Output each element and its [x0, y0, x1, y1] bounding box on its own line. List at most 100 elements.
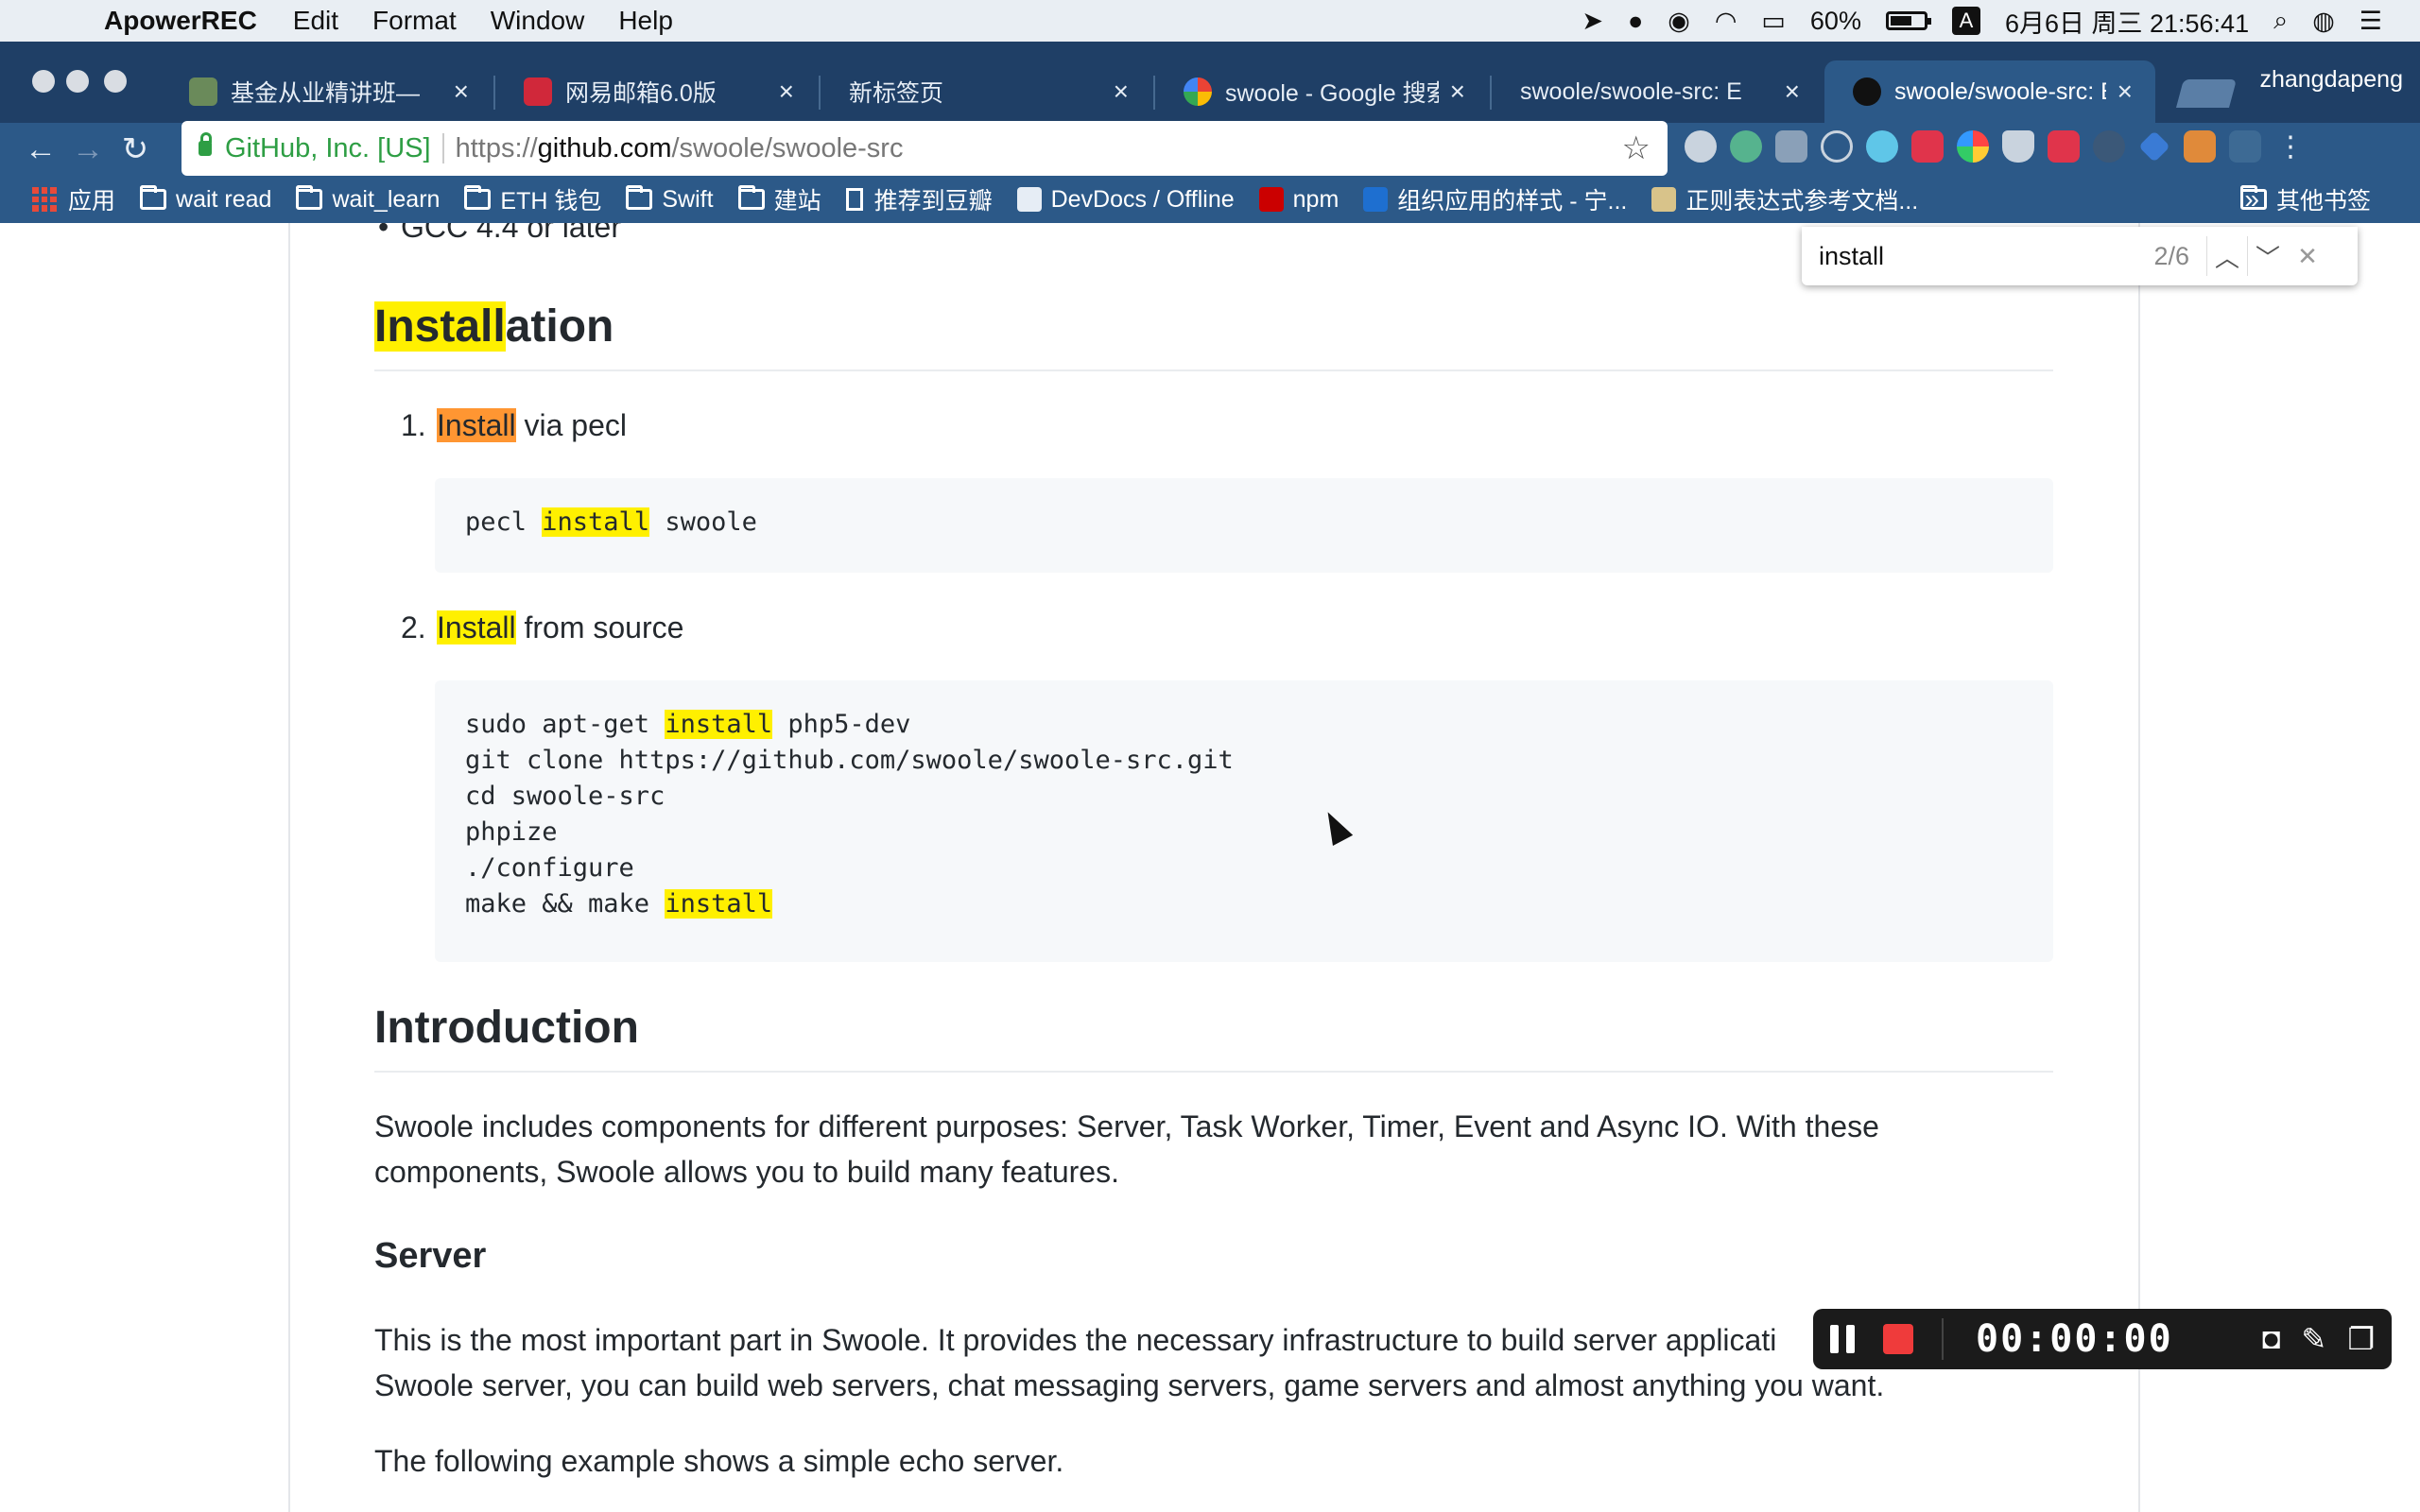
profile-name[interactable]: zhangdapeng	[2259, 66, 2403, 94]
translate-extension-icon[interactable]	[2229, 130, 2261, 163]
green-circle-extension-icon[interactable]	[1730, 130, 1762, 163]
tab-close-icon[interactable]: ×	[454, 77, 469, 107]
find-close-icon[interactable]: ✕	[2288, 236, 2327, 276]
certificate-label[interactable]: GitHub, Inc. [US]	[225, 133, 431, 164]
mac-menubar: ApowerREC Edit Format Window Help ➤ ● ◉ …	[0, 0, 2420, 42]
bookmark-label: wait read	[176, 185, 272, 213]
window-zoom-button[interactable]	[104, 70, 127, 93]
tab-close-icon[interactable]: ×	[779, 77, 794, 107]
paper-plane-icon[interactable]: ➤	[1582, 7, 1603, 36]
bookmark-folder-wait-learn[interactable]: wait_learn	[296, 185, 440, 214]
recorder-tools: ◘ ✎ ❐	[2262, 1321, 2375, 1357]
video-extension-icon[interactable]	[1911, 130, 1944, 163]
find-match: Install	[374, 301, 506, 352]
browser-tab-strip: 基金从业精讲班— × 网易邮箱6.0版 × 新标签页 × swoole - Go…	[0, 42, 2420, 123]
lock-icon[interactable]	[199, 132, 212, 156]
reader-extension-icon[interactable]	[1775, 130, 1807, 163]
pause-icon[interactable]	[1830, 1325, 1858, 1353]
tab-close-icon[interactable]: ×	[1450, 77, 1465, 107]
find-input[interactable]	[1817, 240, 2123, 272]
tab-google-search[interactable]: swoole - Google 搜索 ×	[1155, 60, 1488, 123]
metamask-extension-icon[interactable]	[2184, 130, 2216, 163]
menu-window[interactable]: Window	[491, 6, 585, 36]
folder-icon	[140, 185, 167, 210]
siri-icon[interactable]: ◍	[2312, 7, 2335, 36]
back-arrow-icon[interactable]: ←	[17, 131, 64, 168]
window-close-button[interactable]	[32, 70, 55, 93]
bookmark-douban[interactable]: 推荐到豆瓣	[845, 182, 993, 216]
address-bar[interactable]: GitHub, Inc. [US] https://github.com/swo…	[182, 121, 1668, 176]
tab-close-icon[interactable]: ×	[1114, 77, 1129, 107]
reload-icon[interactable]: ↻	[112, 130, 159, 168]
target-extension-icon[interactable]	[1821, 130, 1853, 163]
pen-icon[interactable]: ✎	[2302, 1321, 2327, 1357]
bookmark-folder-wait-read[interactable]: wait read	[140, 185, 272, 214]
bookmark-styles-article[interactable]: 组织应用的样式 - 宁...	[1363, 182, 1627, 216]
evernote-extension-icon[interactable]	[2093, 130, 2125, 163]
forward-arrow-icon[interactable]: →	[64, 131, 112, 168]
camera-icon[interactable]: ◘	[2262, 1321, 2280, 1357]
tab-close-icon[interactable]: ×	[1785, 77, 1800, 107]
chrome-menu-icon[interactable]: ⋮	[2274, 130, 2307, 163]
app-name-menu[interactable]: ApowerREC	[104, 6, 257, 36]
shield-extension-icon[interactable]	[2002, 130, 2034, 163]
battery-icon[interactable]	[1885, 11, 1931, 30]
tab-close-icon[interactable]: ×	[2118, 77, 2133, 107]
battery-percent[interactable]: 60%	[1810, 7, 1861, 36]
heading-text: ation	[505, 301, 614, 352]
code-block-pecl[interactable]: pecl install swoole	[435, 478, 2053, 573]
bookmark-label: 组织应用的样式 - 宁...	[1397, 188, 1628, 215]
readme-left-border	[288, 223, 290, 1512]
gmail-extension-icon[interactable]	[2048, 130, 2080, 163]
wechat-icon[interactable]: ◉	[1668, 7, 1690, 36]
bookmark-folder-build-site[interactable]: 建站	[737, 182, 821, 216]
bookmark-npm[interactable]: npm	[1258, 186, 1339, 214]
bookmark-devdocs[interactable]: DevDocs / Offline	[1016, 185, 1235, 214]
bookmark-label: DevDocs / Offline	[1050, 185, 1235, 213]
list-text: via pecl	[515, 408, 627, 442]
url-path: /swoole/swoole-src	[671, 132, 904, 163]
tab-github-swoole-active[interactable]: swoole/swoole-src: E ×	[1824, 60, 2155, 123]
tab-github-swoole-1[interactable]: swoole/swoole-src: E ×	[1492, 60, 1823, 123]
regex-icon	[1651, 187, 1677, 212]
menu-format[interactable]: Format	[372, 6, 457, 36]
stop-record-icon[interactable]	[1883, 1324, 1913, 1354]
bookmark-apps[interactable]: 应用	[32, 182, 115, 216]
menu-edit[interactable]: Edit	[293, 6, 338, 36]
spotlight-search-icon[interactable]: ⌕	[2273, 6, 2288, 36]
react-devtools-icon[interactable]	[1866, 130, 1898, 163]
extension-icons: ⋮	[1685, 130, 2307, 163]
new-tab-button[interactable]	[2175, 79, 2238, 108]
code-text: phpize	[465, 817, 558, 847]
wifi-icon[interactable]: ◠	[1715, 7, 1737, 36]
netease-favicon-icon	[524, 77, 552, 106]
recording-timer: 00:00:00	[1976, 1317, 2173, 1361]
window-minimize-button[interactable]	[66, 70, 89, 93]
server-paragraph-line-1: This is the most important part in Swool…	[374, 1323, 1777, 1357]
tab-new-tab[interactable]: 新标签页 ×	[821, 60, 1151, 123]
menu-help[interactable]: Help	[618, 6, 673, 36]
clock[interactable]: 6月6日 周三 21:56:41	[2005, 3, 2249, 40]
ethereum-extension-icon[interactable]	[2138, 130, 2170, 163]
input-source-icon[interactable]: A	[1951, 7, 1980, 35]
find-match: install	[542, 507, 650, 537]
code-block-source[interactable]: sudo apt-get install php5-dev git clone …	[435, 680, 2053, 962]
tab-netease-mail[interactable]: 网易邮箱6.0版 ×	[495, 60, 817, 123]
list-item-gcc: GCC 4.4 or later	[378, 223, 621, 245]
airplay-icon[interactable]: ▭	[1761, 7, 1786, 36]
find-next-icon[interactable]: ﹀	[2247, 236, 2288, 276]
bookmark-regex-docs[interactable]: 正则表达式参考文档...	[1651, 182, 1918, 216]
find-in-page-bar: 2/6 ︿ ﹀ ✕	[1802, 227, 2358, 285]
bookmark-folder-swift[interactable]: Swift	[626, 185, 714, 214]
qq-penguin-icon[interactable]: ●	[1628, 7, 1643, 36]
bookmark-folder-eth-wallet[interactable]: ETH 钱包	[464, 182, 601, 216]
tab-fund-course[interactable]: 基金从业精讲班— ×	[161, 60, 492, 123]
color-picker-icon[interactable]	[1957, 130, 1989, 163]
gear-extension-icon[interactable]	[1685, 130, 1717, 163]
notification-center-icon[interactable]: ☰	[2360, 7, 2382, 36]
bookmark-star-icon[interactable]: ☆	[1622, 129, 1651, 167]
find-previous-icon[interactable]: ︿	[2206, 236, 2247, 276]
window-icon[interactable]: ❐	[2347, 1321, 2375, 1357]
bookmark-label: 其他书签	[2275, 188, 2371, 215]
bookmark-folder-other[interactable]: 其他书签	[2239, 182, 2371, 216]
